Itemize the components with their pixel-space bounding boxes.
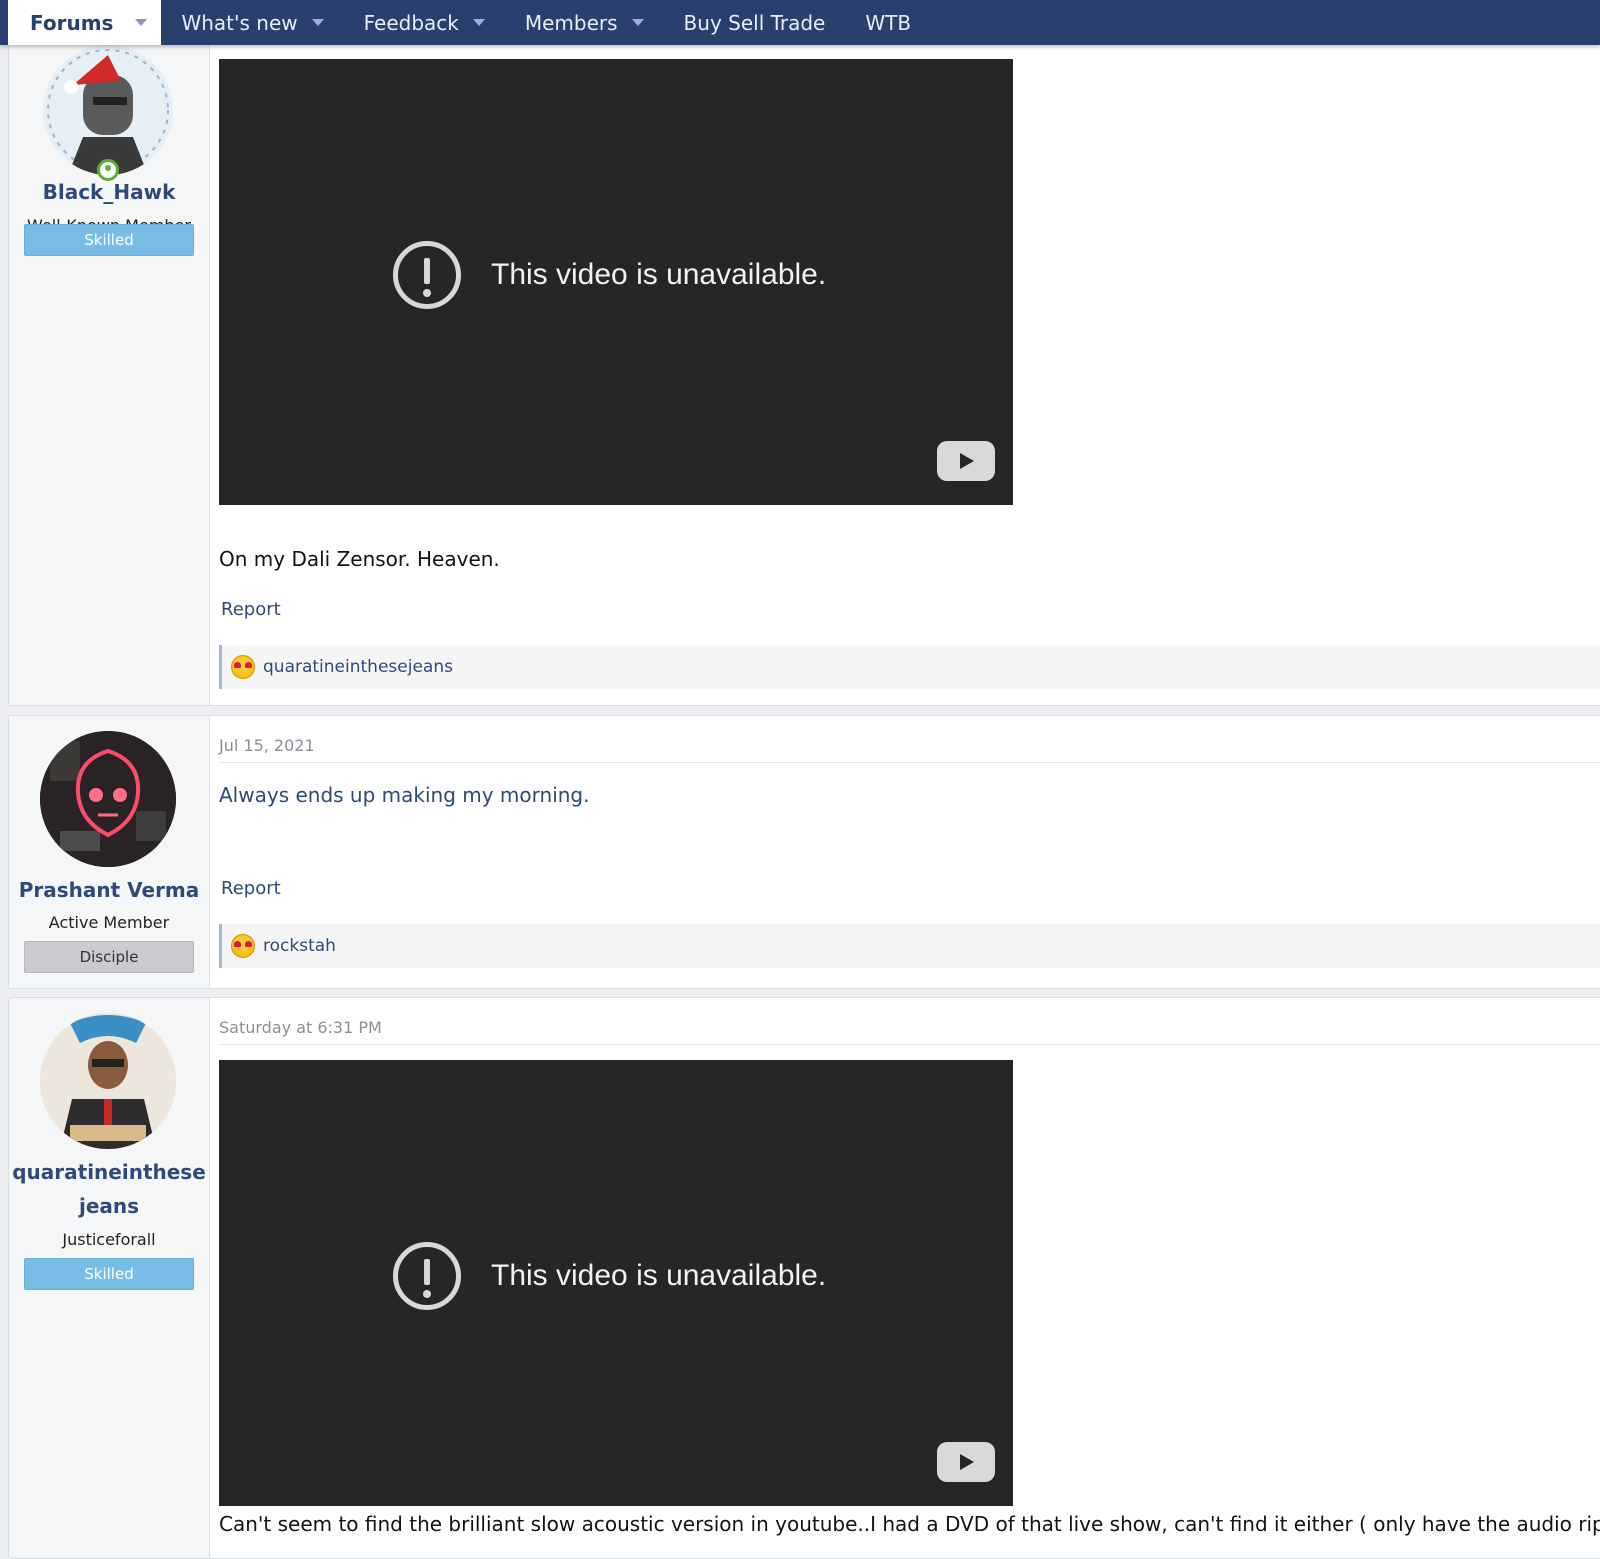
user-banner: Disciple [24, 941, 194, 973]
nav-members[interactable]: Members [505, 0, 664, 45]
report-link[interactable]: Report [221, 599, 281, 620]
user-banner: Skilled [24, 1258, 194, 1290]
chevron-down-icon[interactable] [311, 19, 324, 26]
nav-forums-label: Forums [30, 10, 114, 35]
video-unavailable-message: This video is unavailable. [393, 241, 826, 309]
chevron-down-icon[interactable] [135, 19, 148, 26]
nav-wtb-label: WTB [865, 10, 912, 35]
user-title: Justiceforall [62, 1230, 156, 1249]
exclamation-circle-icon [393, 1242, 461, 1310]
video-unavailable-message: This video is unavailable. [393, 1242, 826, 1310]
avatar[interactable] [40, 1013, 176, 1149]
nav-buy-sell-trade-label: Buy Sell Trade [683, 10, 826, 35]
video-embed[interactable]: This video is unavailable. [219, 1060, 1013, 1506]
post-body-text[interactable]: Always ends up making my morning. [219, 783, 589, 807]
divider [219, 1044, 1600, 1045]
nav-feedback[interactable]: Feedback [344, 0, 505, 45]
video-unavailable-text: This video is unavailable. [491, 1259, 827, 1292]
nav-wtb[interactable]: WTB [845, 0, 931, 45]
nav-forums[interactable]: Forums [8, 0, 162, 45]
divider [219, 762, 1600, 763]
reactions-bar: quaratineinthesejeans [219, 645, 1600, 689]
nav-whats-new-label: What's new [181, 10, 298, 35]
post-user-cell: Black_Hawk Well-Known Member Skilled [9, 31, 210, 705]
post-date[interactable]: Saturday at 6:31 PM [219, 1018, 382, 1037]
chevron-down-icon[interactable] [472, 19, 485, 26]
avatar-image [40, 731, 176, 867]
avatar-image [40, 1013, 176, 1149]
post-main-cell: Saturday at 6:31 PM This video is unavai… [219, 998, 1600, 1558]
report-link[interactable]: Report [221, 878, 281, 899]
post-user-cell: Prashant Verma Active Member Disciple [9, 716, 210, 988]
nav-whats-new[interactable]: What's new [161, 0, 343, 45]
user-title: Active Member [48, 913, 170, 932]
chevron-down-icon[interactable] [631, 19, 644, 26]
heart-eyes-emoji-icon [231, 934, 255, 958]
post-main-cell: This video is unavailable. On my Dali Ze… [219, 31, 1600, 705]
avatar[interactable] [40, 731, 176, 867]
nav-members-label: Members [524, 10, 618, 35]
post-main-cell: Jul 15, 2021 Always ends up making my mo… [219, 716, 1600, 988]
video-embed[interactable]: This video is unavailable. [219, 59, 1013, 505]
post-date[interactable]: Jul 15, 2021 [219, 736, 315, 755]
avatar[interactable] [43, 45, 173, 175]
username[interactable]: Prashant Verma [9, 873, 209, 907]
post-body-text: On my Dali Zensor. Heaven. [219, 547, 500, 571]
username[interactable]: jeans [9, 1189, 209, 1223]
reaction-users[interactable]: rockstah [263, 936, 336, 956]
heart-eyes-emoji-icon [231, 655, 255, 679]
user-banner: Skilled [24, 224, 194, 256]
reactions-bar: rockstah [219, 924, 1600, 968]
post: Black_Hawk Well-Known Member Skilled Thi… [8, 30, 1600, 706]
post-user-cell: quaratineinthese jeans Justiceforall Ski… [9, 998, 210, 1558]
post-body-text: Can't seem to find the brilliant slow ac… [219, 1512, 1600, 1536]
reaction-users[interactable]: quaratineinthesejeans [263, 657, 453, 677]
top-navigation: Forums What's new Feedback Members Buy S… [0, 0, 1600, 45]
exclamation-circle-icon [393, 241, 461, 309]
youtube-play-icon[interactable] [937, 441, 995, 481]
nav-feedback-label: Feedback [363, 10, 459, 35]
nav-buy-sell-trade[interactable]: Buy Sell Trade [664, 0, 846, 45]
username[interactable]: quaratineinthese [9, 1155, 209, 1189]
post: quaratineinthese jeans Justiceforall Ski… [8, 997, 1600, 1559]
post: Prashant Verma Active Member Disciple Ju… [8, 715, 1600, 989]
avatar-image [43, 45, 173, 175]
video-unavailable-text: This video is unavailable. [491, 258, 827, 291]
youtube-play-icon[interactable] [937, 1442, 995, 1482]
username[interactable]: Black_Hawk [9, 175, 209, 209]
